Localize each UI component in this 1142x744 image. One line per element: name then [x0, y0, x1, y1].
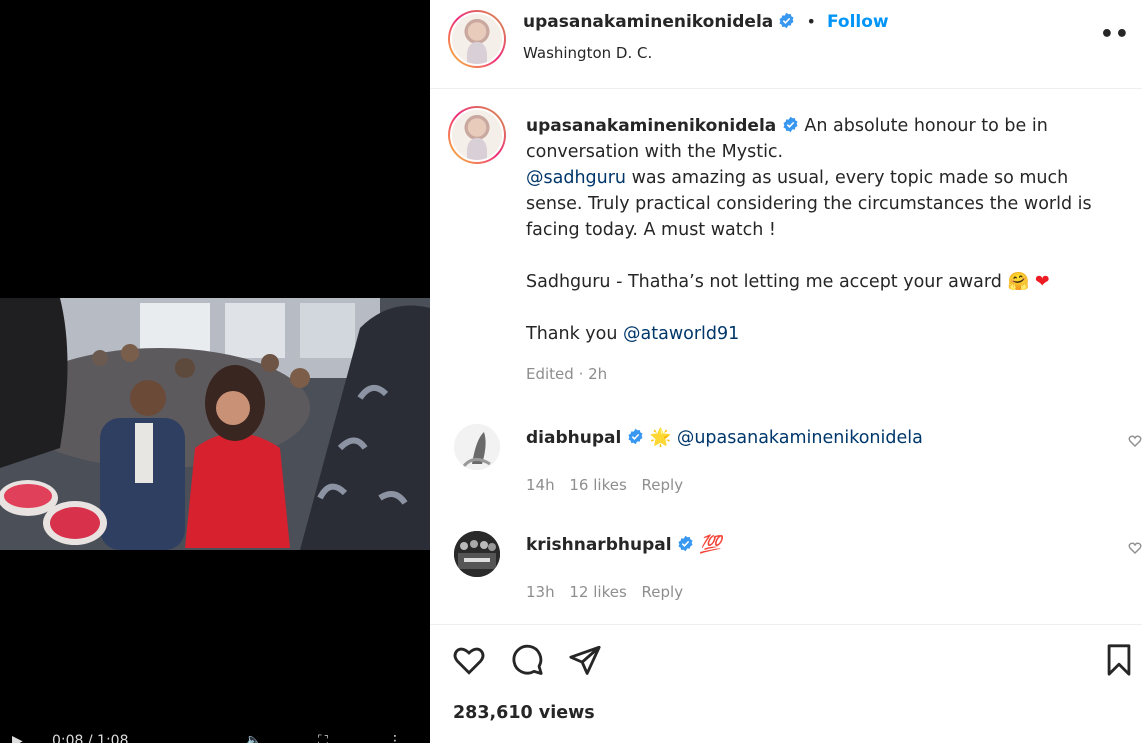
comment-time: 14h — [526, 476, 555, 494]
caption-paragraph-4: Thank you @ataworld91 — [526, 321, 1111, 347]
post-location[interactable]: Washington D. C. — [523, 44, 652, 62]
caption-avatar[interactable] — [448, 106, 506, 164]
caption-paragraph-2: @sadhguru was amazing as usual, every to… — [526, 165, 1111, 243]
post-header: upasanakaminenikonidela • Follow Washing… — [430, 0, 1142, 89]
verified-icon — [678, 535, 693, 552]
video-time: 0:08 / 1:08 — [52, 733, 129, 743]
reply-button[interactable]: Reply — [642, 583, 684, 601]
comment-like-icon[interactable] — [1128, 541, 1142, 555]
separator-dot: • — [806, 12, 816, 31]
views-count[interactable]: 283,610 views — [453, 703, 595, 723]
thanks-prefix: Thank you — [526, 324, 624, 344]
mention-sadhguru[interactable]: @sadhguru — [526, 168, 626, 188]
comment-like-icon[interactable] — [1128, 434, 1142, 448]
like-icon[interactable] — [452, 643, 486, 677]
verified-icon — [783, 116, 798, 133]
comment-body: krishnarbhupal 💯 — [526, 535, 722, 555]
verified-icon — [628, 428, 643, 445]
video-panel[interactable]: ▶ 0:08 / 1:08 🔈 ⛶ ⋮ — [0, 0, 430, 743]
video-frame[interactable] — [0, 298, 430, 550]
comment-emoji: 💯 — [699, 535, 722, 555]
volume-icon[interactable]: 🔈 — [245, 733, 262, 743]
comment-avatar[interactable] — [454, 424, 500, 470]
comment-emoji: 🌟 — [649, 428, 672, 448]
more-vertical-icon[interactable]: ⋮ — [388, 733, 402, 743]
play-icon[interactable]: ▶ — [12, 733, 23, 743]
more-icon[interactable]: •• — [1100, 22, 1130, 47]
verified-icon — [779, 12, 794, 29]
comment-likes[interactable]: 16 likes — [569, 476, 626, 494]
comment-username[interactable]: diabhupal — [526, 428, 621, 448]
caption-line-3: Sadhguru - Thatha’s not letting me accep… — [526, 272, 1002, 292]
comment-body: diabhupal 🌟 @upasanakaminenikonidela — [526, 428, 923, 448]
author-avatar[interactable] — [448, 10, 506, 68]
fullscreen-icon[interactable]: ⛶ — [318, 733, 328, 743]
caption-username[interactable]: upasanakaminenikonidela — [526, 116, 776, 136]
reply-button[interactable]: Reply — [642, 476, 684, 494]
comment-likes[interactable]: 12 likes — [569, 583, 626, 601]
caption: upasanakaminenikonidela An absolute hono… — [526, 113, 1111, 387]
author-username[interactable]: upasanakaminenikonidela — [523, 12, 773, 32]
header-title-row: upasanakaminenikonidela • Follow — [523, 12, 889, 32]
save-icon[interactable] — [1102, 643, 1136, 677]
comment-time: 13h — [526, 583, 555, 601]
heart-emoji: ❤ — [1034, 272, 1050, 292]
comment-text[interactable]: @upasanakaminenikonidela — [677, 428, 923, 448]
comment-icon[interactable] — [510, 643, 544, 677]
comment-avatar[interactable] — [454, 531, 500, 577]
video-controls: ▶ 0:08 / 1:08 🔈 ⛶ ⋮ — [0, 729, 430, 743]
hugging-emoji: 🤗 — [1007, 272, 1030, 292]
share-icon[interactable] — [568, 643, 602, 677]
mention-ataworld91[interactable]: @ataworld91 — [623, 324, 739, 344]
comment-meta: 13h 12 likes Reply — [526, 583, 683, 601]
caption-paragraph-3: Sadhguru - Thatha’s not letting me accep… — [526, 269, 1111, 295]
comment-meta: 14h 16 likes Reply — [526, 476, 683, 494]
post-panel: upasanakaminenikonidela • Follow Washing… — [430, 0, 1142, 743]
comment-username[interactable]: krishnarbhupal — [526, 535, 672, 555]
edited-timestamp: Edited · 2h — [526, 365, 608, 383]
follow-button[interactable]: Follow — [827, 12, 889, 32]
caption-paragraph-1: upasanakaminenikonidela An absolute hono… — [526, 113, 1111, 165]
post-actions — [430, 624, 1142, 744]
